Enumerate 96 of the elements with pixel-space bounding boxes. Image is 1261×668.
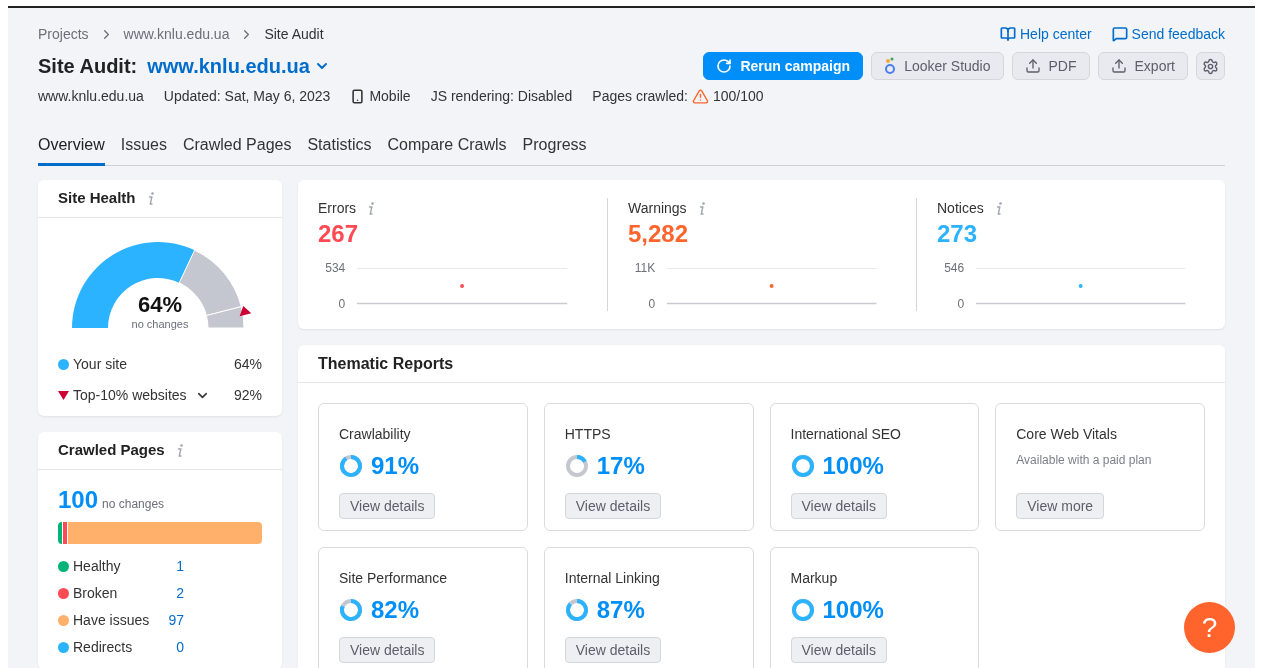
report-note: Available with a paid plan [1016, 452, 1152, 469]
upload-icon [1024, 58, 1041, 74]
summary-label: Notices [937, 199, 984, 218]
status-count-link[interactable]: 97 [168, 610, 184, 631]
axis-tick-label: 0 [956, 297, 965, 311]
info-icon [698, 201, 705, 216]
status-count-link[interactable]: 1 [176, 556, 184, 577]
health-percent: 64% [137, 293, 182, 316]
summary-label: Warnings [628, 199, 687, 218]
looker-studio-button[interactable]: Looker Studio [871, 52, 1004, 80]
status-label: Broken [73, 584, 118, 603]
axis-tick-label: 0 [647, 297, 656, 311]
pages-crawled-value: 100/100 [713, 86, 764, 106]
meta-text: JS rendering: Disabled [430, 86, 573, 106]
axis-tick-label: 546 [943, 261, 965, 275]
meta-text: Updated: Sat, May 6, 2023 [163, 86, 331, 106]
view-details-button[interactable]: View more [1016, 493, 1105, 519]
card-title: Thematic Reports [318, 353, 454, 374]
status-count-link[interactable]: 2 [176, 583, 184, 604]
refresh-icon [716, 58, 733, 74]
meta-text: www.knlu.edu.ua [38, 86, 144, 106]
summary-label: Errors [318, 199, 357, 218]
info-icon [147, 191, 154, 206]
settings-button[interactable] [1196, 52, 1225, 80]
progress-ring-icon [564, 598, 589, 622]
summary-count: 267 [318, 219, 360, 249]
breadcrumb-link[interactable]: www.knlu.edu.ua [123, 23, 230, 45]
page-title: Site Audit: [38, 54, 138, 79]
tab[interactable]: Crawled Pages [182, 133, 292, 166]
view-details-button[interactable]: View details [564, 493, 662, 519]
progress-ring-icon [790, 598, 815, 622]
progress-ring-icon [339, 598, 363, 622]
legend-label: Your site [73, 355, 127, 374]
feedback-link[interactable]: Send feedback [1111, 23, 1225, 45]
card-title: Site Health [58, 188, 136, 209]
report-score: 17% [596, 451, 645, 481]
view-details-button[interactable]: View details [790, 493, 887, 519]
crawled-note: no changes [102, 496, 165, 513]
progress-ring-icon [339, 454, 363, 478]
report-score: 87% [596, 595, 645, 625]
status-label: Have issues [73, 611, 150, 630]
status-count-link[interactable]: 0 [176, 637, 184, 658]
axis-tick-label: 534 [324, 261, 346, 275]
chat-icon [1111, 26, 1128, 42]
info-icon [368, 201, 375, 216]
settings-icon [1202, 57, 1219, 75]
legend-label: Top-10% websites [73, 386, 187, 405]
tab[interactable]: Compare Crawls [387, 133, 507, 166]
legend-value: 64% [233, 355, 262, 374]
report-title: Core Web Vitals [1016, 425, 1117, 444]
progress-ring-icon [564, 454, 589, 478]
view-details-button[interactable]: View details [339, 637, 436, 663]
export-button[interactable]: Export [1097, 52, 1188, 80]
report-score: 82% [371, 595, 420, 625]
summary-count: 5,282 [628, 219, 690, 249]
looker-icon [884, 57, 897, 75]
view-details-button[interactable]: View details [564, 637, 662, 663]
axis-tick-label: 0 [337, 297, 346, 311]
report-title: Internal Linking [564, 569, 660, 588]
report-score: 91% [371, 451, 420, 481]
export-button[interactable]: PDF [1011, 52, 1090, 80]
status-label: Redirects [73, 638, 133, 657]
report-title: HTTPS [564, 425, 611, 444]
domain-dropdown[interactable]: www.knlu.edu.ua [147, 51, 330, 81]
rerun-button[interactable]: Rerun campaign [703, 52, 864, 80]
phone-icon [350, 88, 366, 104]
report-title: International SEO [790, 425, 901, 444]
axis-tick-label: 11K [633, 261, 656, 275]
help-center-link[interactable]: Help center [1000, 23, 1092, 45]
report-title: Site Performance [339, 569, 448, 588]
legend-value: 92% [233, 386, 262, 405]
report-score: 100% [822, 595, 884, 625]
view-details-button[interactable]: View details [790, 637, 887, 663]
meta-text: Pages crawled: [592, 86, 688, 106]
report-title: Crawlability [339, 425, 411, 444]
crawled-total: 100 [58, 485, 99, 515]
report-score: 100% [822, 451, 884, 481]
tab[interactable]: Progress [522, 133, 587, 166]
progress-ring-icon [790, 454, 815, 478]
card-title: Crawled Pages [58, 440, 165, 461]
info-icon [176, 443, 183, 458]
health-note: no changes [131, 316, 189, 332]
status-label: Healthy [73, 557, 121, 576]
book-icon [1000, 26, 1016, 42]
warning-icon [692, 87, 709, 105]
tab[interactable]: Overview [38, 133, 105, 166]
summary-count: 273 [937, 219, 979, 249]
upload-icon [1110, 58, 1127, 74]
tab[interactable]: Issues [120, 133, 167, 166]
breadcrumb-link[interactable]: Projects [38, 23, 89, 45]
breadcrumb-link[interactable]: Site Audit [264, 23, 324, 45]
view-details-button[interactable]: View details [339, 493, 436, 519]
device-label: Mobile [369, 86, 411, 106]
tab[interactable]: Statistics [307, 133, 372, 166]
report-title: Markup [790, 569, 838, 588]
info-icon [995, 201, 1002, 216]
